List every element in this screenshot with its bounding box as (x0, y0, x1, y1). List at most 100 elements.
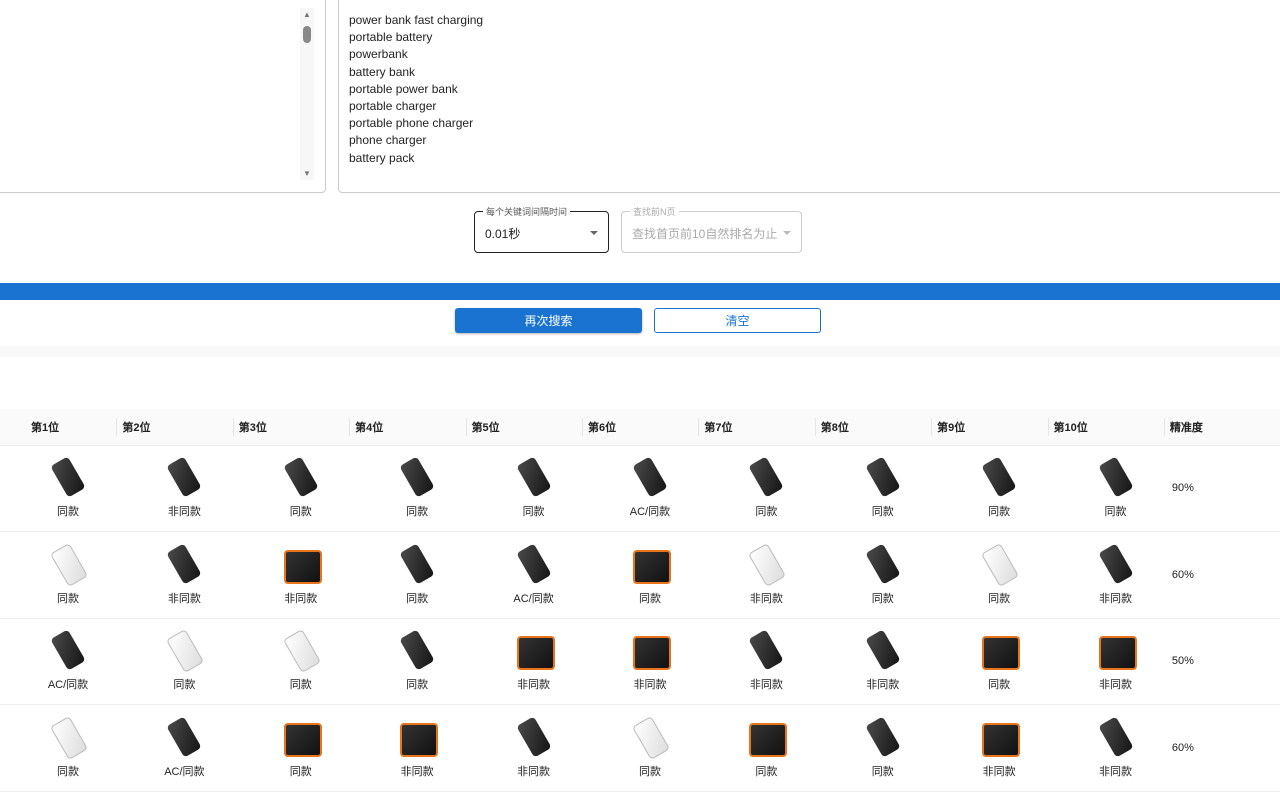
product-image[interactable] (748, 717, 788, 757)
search-again-button[interactable]: 再次搜索 (455, 308, 642, 333)
result-cell: 同款 (931, 618, 1048, 705)
product-image[interactable] (399, 630, 435, 670)
product-image[interactable] (516, 544, 552, 584)
product-image[interactable] (632, 630, 671, 671)
match-label: 非同款 (1099, 592, 1133, 605)
result-cell: 同款 (0, 704, 117, 792)
match-label: 非同款 (517, 765, 551, 778)
product-image[interactable] (865, 457, 901, 497)
divider (0, 346, 1280, 357)
product-image[interactable] (632, 544, 671, 584)
keyword-line: powerbank (349, 47, 408, 62)
product-image[interactable] (1098, 630, 1137, 671)
result-cell: 同款 (0, 445, 117, 532)
result-cell: 同款 (698, 704, 815, 792)
accuracy-cell: 60% (1163, 531, 1280, 619)
product-image[interactable] (166, 630, 202, 670)
product-image[interactable] (50, 717, 86, 757)
scroll-down-icon[interactable]: ▼ (303, 169, 311, 178)
product-image[interactable] (865, 717, 901, 757)
product-image[interactable] (865, 630, 901, 670)
product-image[interactable] (632, 457, 668, 497)
match-label: 非同款 (633, 679, 667, 692)
column-header: 第7位 (698, 409, 814, 445)
result-cell: 非同款 (814, 618, 932, 705)
result-cell: 同款 (814, 704, 932, 792)
product-image[interactable] (1098, 544, 1134, 584)
result-cell: 同款 (814, 445, 932, 532)
match-label: 同款 (988, 506, 1011, 519)
product-image[interactable] (166, 544, 202, 584)
product-image[interactable] (166, 717, 202, 757)
accuracy-cell: 90% (1163, 445, 1280, 532)
product-image[interactable] (283, 544, 322, 584)
product-image[interactable] (748, 630, 784, 670)
column-header: 第1位 (31, 421, 60, 434)
asin-textarea[interactable] (0, 0, 326, 193)
product-image[interactable] (50, 544, 86, 584)
match-label: 同款 (638, 765, 661, 778)
keyword-line: portable power bank (349, 81, 458, 96)
match-label: 非同款 (749, 592, 783, 605)
product-image[interactable] (865, 544, 901, 584)
product-image[interactable] (516, 630, 555, 671)
match-label: 同款 (57, 506, 79, 519)
interval-select[interactable]: 每个关键词间隔时间 0.01秒 (474, 205, 609, 253)
scroll-thumb[interactable] (303, 26, 311, 43)
product-image[interactable] (50, 630, 86, 670)
pages-value: 查找首页前10自然排名为止 (632, 227, 778, 241)
product-image[interactable] (516, 717, 552, 757)
match-label: AC/同款 (47, 679, 89, 692)
match-label: 同款 (406, 506, 429, 519)
product-image[interactable] (283, 717, 322, 757)
column-header: 第4位 (349, 409, 465, 445)
caret-down-icon (783, 231, 791, 235)
product-image[interactable] (399, 457, 435, 497)
product-image[interactable] (283, 630, 319, 670)
product-image[interactable] (981, 457, 1017, 497)
product-image[interactable] (399, 544, 435, 584)
scrollbar[interactable]: ▲ ▼ (300, 8, 314, 180)
result-cell: AC/同款 (0, 618, 117, 705)
result-cell: 同款 (931, 445, 1048, 532)
product-image[interactable] (50, 457, 86, 497)
product-image[interactable] (981, 630, 1021, 671)
result-cell: 同款 (698, 445, 815, 532)
column-header: 第10位 (1047, 409, 1164, 445)
table-row: 同款 非同款 同款 同款 同款 AC/同款 同款 同款 同款 同款 90% (0, 445, 1280, 532)
pages-label: 查找前N页 (630, 205, 679, 218)
product-image[interactable] (981, 544, 1017, 584)
result-cell: AC/同款 (465, 531, 582, 619)
clear-button[interactable]: 清空 (654, 308, 821, 333)
product-image[interactable] (1098, 457, 1134, 497)
accuracy-cell: 60% (1163, 704, 1280, 792)
match-label: 非同款 (1099, 765, 1133, 778)
match-label: 同款 (871, 592, 894, 605)
column-header: 第3位 (232, 409, 349, 445)
scroll-up-icon[interactable]: ▲ (303, 10, 311, 19)
match-label: 同款 (57, 592, 79, 605)
match-label: 同款 (289, 679, 312, 692)
match-label: 同款 (406, 592, 429, 605)
product-image[interactable] (166, 457, 202, 497)
product-image[interactable] (748, 457, 784, 497)
match-label: 非同款 (866, 679, 900, 692)
product-image[interactable] (981, 717, 1021, 757)
match-label: 同款 (406, 679, 429, 692)
table-row: 同款 AC/同款 同款 非同款 非同款 同款 同款 同款 非同款 非同款 60% (0, 704, 1280, 792)
product-image[interactable] (632, 717, 668, 757)
match-label: AC/同款 (513, 592, 554, 605)
product-image[interactable] (516, 457, 552, 497)
caret-down-icon (590, 231, 598, 235)
match-label: 同款 (638, 592, 661, 605)
match-label: 同款 (871, 506, 894, 519)
keywords-textarea[interactable]: power bank fast charging portable battery… (338, 0, 1280, 193)
product-image[interactable] (399, 717, 439, 757)
keyword-line: portable charger (349, 99, 437, 114)
result-cell: 同款 (232, 445, 350, 532)
product-image[interactable] (748, 544, 784, 584)
product-image[interactable] (1098, 717, 1134, 757)
match-label: AC/同款 (164, 765, 205, 778)
product-image[interactable] (283, 457, 319, 497)
interval-label: 每个关键词间隔时间 (483, 205, 571, 218)
